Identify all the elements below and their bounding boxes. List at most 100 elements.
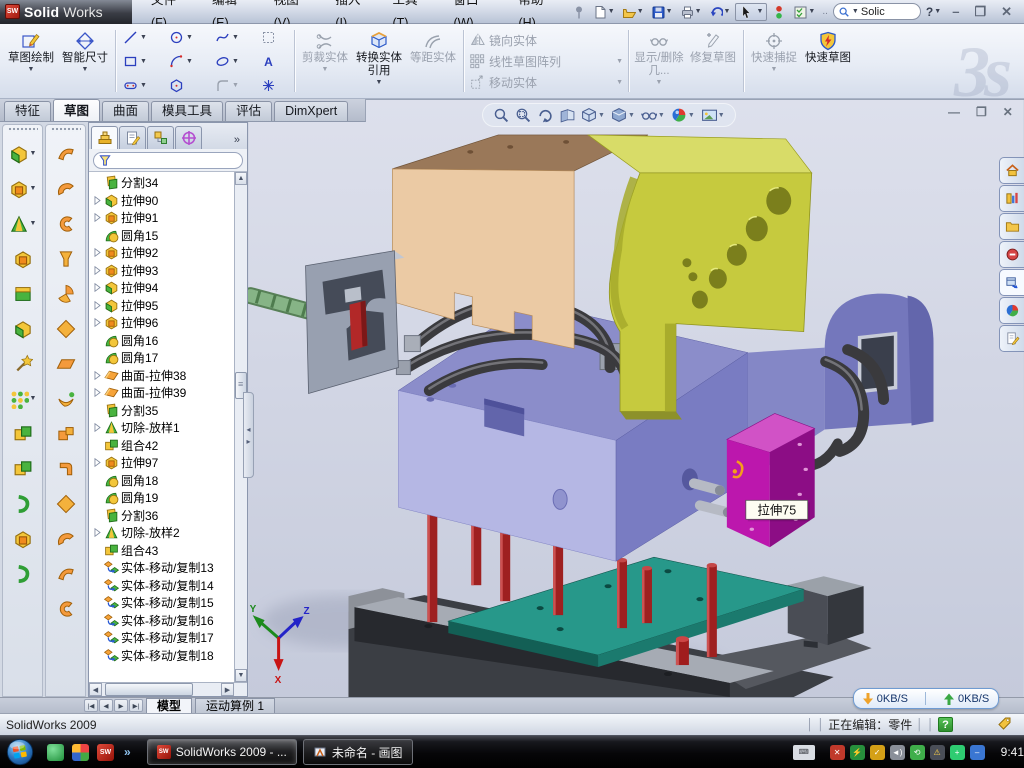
start-button[interactable]: [5, 737, 35, 767]
point-tool-button[interactable]: [257, 73, 291, 97]
features-tool-7[interactable]: [4, 346, 42, 381]
tree-item[interactable]: 切除-放样1: [89, 419, 234, 437]
tray-defender-icon[interactable]: +: [950, 745, 965, 760]
task-pane-tab-design-library[interactable]: [999, 185, 1024, 212]
tree-item[interactable]: 圆角17: [89, 349, 234, 367]
doc-restore-button[interactable]: ❐: [970, 104, 993, 120]
features-tool-6[interactable]: [4, 311, 42, 346]
expand-arrow-icon[interactable]: [91, 265, 103, 276]
tab-mold-tools[interactable]: 模具工具: [151, 101, 223, 121]
tree-item[interactable]: 实体-移动/复制13: [89, 559, 234, 577]
scroll-left-button[interactable]: ◀: [89, 683, 102, 696]
task-pane-tab-view-palette[interactable]: [999, 269, 1024, 296]
mold-tool-5[interactable]: [47, 276, 85, 311]
collapsed-toolbar-overflow[interactable]: ..: [820, 5, 830, 18]
hud-section-view-button[interactable]: [559, 107, 575, 123]
propertymanager-tab[interactable]: [119, 126, 146, 149]
hud-apply-scene-button[interactable]: ▼: [671, 107, 695, 123]
text-tool-button[interactable]: A: [257, 49, 291, 73]
expand-arrow-icon[interactable]: [91, 527, 103, 538]
mold-tool-7[interactable]: [47, 346, 85, 381]
arc-tool-button[interactable]: ▼: [165, 49, 211, 73]
tree-item[interactable]: 圆角18: [89, 472, 234, 490]
tree-item[interactable]: 拉伸97: [89, 454, 234, 472]
mold-tool-9[interactable]: [47, 416, 85, 451]
graphics-viewport[interactable]: 拉伸75 Y Z X: [248, 99, 1024, 697]
expand-arrow-icon[interactable]: [91, 457, 103, 468]
polygon-tool-button[interactable]: [165, 73, 211, 97]
line-tool-button[interactable]: ▼: [119, 25, 165, 49]
task-pane-tab-appearances-scenes[interactable]: [999, 297, 1024, 324]
mold-tool-11[interactable]: [47, 486, 85, 521]
dimxpertmanager-tab[interactable]: [175, 126, 202, 149]
tray-security-alert-icon[interactable]: ✕: [830, 745, 845, 760]
scroll-up-button[interactable]: ▲: [235, 172, 247, 185]
expand-arrow-icon[interactable]: [91, 317, 103, 328]
rapid-sketch-button[interactable]: 快速草图: [801, 26, 855, 96]
tray-sync-icon[interactable]: ⟲: [910, 745, 925, 760]
expand-arrow-icon[interactable]: [91, 387, 103, 398]
task-pane-tab-solidworks-resources[interactable]: [999, 157, 1024, 184]
mold-tool-1[interactable]: [47, 136, 85, 171]
features-tool-8[interactable]: ▼: [4, 381, 42, 416]
circle-tool-button[interactable]: ▼: [165, 25, 211, 49]
tree-item[interactable]: 曲面-拉伸39: [89, 384, 234, 402]
features-tool-4[interactable]: [4, 241, 42, 276]
box-select-tool-button[interactable]: [257, 25, 291, 49]
hud-display-style-button[interactable]: ▼: [611, 107, 635, 123]
tray-certificate-icon[interactable]: ✓: [870, 745, 885, 760]
rectangle-tool-button[interactable]: ▼: [119, 49, 165, 73]
hud-zoom-fit-button[interactable]: [493, 107, 509, 123]
more-tabs-chevron[interactable]: »: [234, 134, 245, 149]
tab-sketch[interactable]: 草图: [53, 99, 100, 121]
model-tab[interactable]: 模型: [146, 698, 192, 713]
tab-dimxpert[interactable]: DimXpert: [274, 101, 348, 121]
tree-item[interactable]: 拉伸93: [89, 262, 234, 280]
expand-arrow-icon[interactable]: [91, 422, 103, 433]
expand-arrow-icon[interactable]: [91, 212, 103, 223]
tree-item[interactable]: 拉伸95: [89, 297, 234, 315]
open-document-button[interactable]: ▼: [620, 4, 646, 20]
mold-tool-10[interactable]: [47, 451, 85, 486]
scroll-down-button[interactable]: ▼: [235, 669, 247, 682]
configurationmanager-tab[interactable]: [147, 126, 174, 149]
scroll-right-button[interactable]: ▶: [221, 683, 234, 696]
features-tool-3[interactable]: ▼: [4, 206, 42, 241]
mold-tool-8[interactable]: [47, 381, 85, 416]
nav-prev-button[interactable]: ◀: [99, 699, 113, 712]
toolbar-drag-handle[interactable]: [8, 127, 38, 132]
mold-tool-3[interactable]: [47, 206, 85, 241]
hud-view-settings-button[interactable]: ▼: [701, 107, 725, 123]
tray-antivirus-shield-icon[interactable]: ⚡: [850, 745, 865, 760]
tree-item[interactable]: 组合42: [89, 437, 234, 455]
expand-arrow-icon[interactable]: [91, 247, 103, 258]
select-tool-button[interactable]: ▼: [735, 3, 767, 21]
convert-entities-button[interactable]: 转换实体引用▼: [352, 26, 406, 96]
taskbar-clock[interactable]: 9:41: [1001, 745, 1024, 759]
tree-item[interactable]: 分割36: [89, 507, 234, 525]
expand-arrow-icon[interactable]: [91, 300, 103, 311]
messenger-quicklaunch-icon[interactable]: [47, 744, 64, 761]
tree-item[interactable]: 实体-移动/复制15: [89, 594, 234, 612]
tags-icon[interactable]: [997, 716, 1012, 734]
hud-hide-show-items-button[interactable]: ▼: [641, 107, 665, 123]
new-document-button[interactable]: ▼: [591, 4, 617, 20]
task-pane-tab-toolbox[interactable]: [999, 241, 1024, 268]
pin-button[interactable]: [570, 4, 588, 20]
tree-item[interactable]: 圆角16: [89, 332, 234, 350]
media-quicklaunch-icon[interactable]: [72, 744, 89, 761]
app-close-button[interactable]: ✕: [995, 1, 1018, 23]
mold-tool-13[interactable]: [47, 556, 85, 591]
mold-tool-2[interactable]: [47, 171, 85, 206]
features-tool-12[interactable]: [4, 521, 42, 556]
mold-tool-12[interactable]: [47, 521, 85, 556]
help-button[interactable]: ?▼: [924, 4, 943, 20]
nav-next-button[interactable]: ▶: [114, 699, 128, 712]
nav-last-button[interactable]: ▶|: [129, 699, 143, 712]
quick-tips-help-button[interactable]: ?: [938, 717, 953, 732]
mold-tool-4[interactable]: [47, 241, 85, 276]
options-checklist-button[interactable]: ▼: [791, 4, 817, 20]
features-tool-9[interactable]: [4, 416, 42, 451]
features-tool-5[interactable]: [4, 276, 42, 311]
task-pane-tab-custom-properties[interactable]: [999, 325, 1024, 352]
